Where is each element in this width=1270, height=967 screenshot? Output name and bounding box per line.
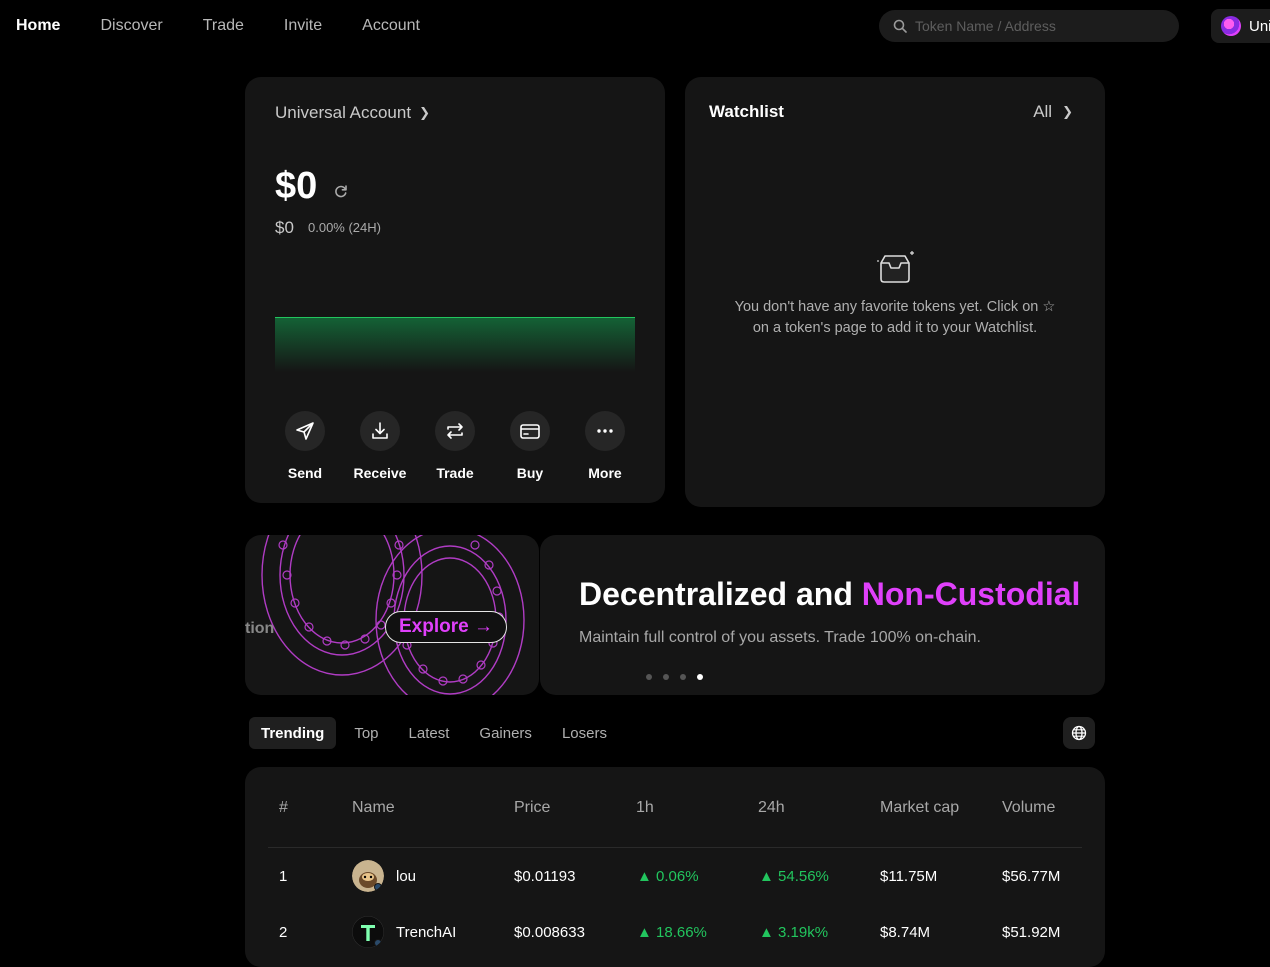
row-token-name: lou [396,868,417,885]
watchlist-empty-text: You don't have any favorite tokens yet. … [734,299,1056,336]
row-market-cap: $8.74M [880,924,931,941]
tab-losers[interactable]: Losers [550,717,619,749]
search-bar[interactable] [879,10,1179,42]
table-row[interactable]: 2 TrenchAI $0.008633 ▲ 18.66% ▲ 3.19k% $… [245,914,1105,954]
send-icon [296,422,314,440]
search-icon [893,19,907,33]
watchlist-all-link[interactable]: All ❯ [1033,102,1073,122]
col-24h[interactable]: 24h [758,799,785,817]
row-change-1h: ▲ 18.66% [637,924,707,941]
chevron-right-icon: ❯ [1062,104,1073,119]
empty-inbox-icon [877,251,914,283]
promo-headline-plain: Decentralized and [579,576,862,612]
row-rank: 2 [279,924,288,941]
row-change-1h-value: 0.06% [656,868,699,885]
table-divider [268,847,1082,848]
balance-chart [275,317,635,372]
card-icon [520,424,540,439]
explore-button[interactable]: Explore → [385,611,507,643]
watchlist-title: Watchlist [709,102,784,121]
receive-label: Receive [353,465,407,481]
account-actions: Send Receive Trade Buy More [275,411,635,481]
table-row[interactable]: 1 lou $0.01193 ▲ 0.06% ▲ 54.56% $11.75M … [245,858,1105,898]
avatar [1221,16,1241,36]
watchlist-card: Watchlist All ❯ You don't have any favor… [685,77,1105,507]
row-token-name: TrenchAI [396,924,457,941]
row-price: $0.008633 [514,924,585,941]
promo-headline-highlight: Non-Custodial [861,576,1081,612]
tab-top[interactable]: Top [342,717,390,749]
row-change-24h-value: 54.56% [778,868,829,885]
nav-trade[interactable]: Trade [203,17,244,35]
market-tabs: Trending Top Latest Gainers Losers [249,717,625,749]
col-volume[interactable]: Volume [1002,799,1055,817]
nav-invite[interactable]: Invite [284,17,322,35]
col-price[interactable]: Price [514,799,550,817]
row-market-cap: $11.75M [880,868,938,885]
market-table: # Name Price 1h 24h Market cap Volume 1 … [245,767,1105,967]
receive-button[interactable]: Receive [350,411,410,481]
col-market-cap[interactable]: Market cap [880,799,959,817]
carousel-dots [646,674,703,680]
carousel-dot[interactable] [680,674,686,680]
token-avatar [352,916,384,948]
row-rank: 1 [279,868,288,885]
buy-label: Buy [516,465,544,481]
promo-banner-prev[interactable]: tion Explore → [245,535,539,695]
swap-icon [447,423,463,439]
col-1h[interactable]: 1h [636,799,654,817]
sub-balance: $0 [275,218,294,237]
all-label: All [1033,102,1053,121]
tab-trending[interactable]: Trending [249,717,337,749]
download-icon [372,422,388,439]
tab-gainers[interactable]: Gainers [467,717,544,749]
chevron-right-icon: ❯ [419,105,430,120]
row-price: $0.01193 [514,868,576,885]
refresh-icon[interactable] [333,183,349,199]
tab-latest[interactable]: Latest [397,717,462,749]
row-change-1h: ▲ 0.06% [637,868,699,885]
nav-home[interactable]: Home [16,17,60,35]
user-menu[interactable]: Uni [1211,9,1270,43]
promo-headline: Decentralized and Non-Custodial [579,576,1080,613]
account-title-link[interactable]: Universal Account ❯ [275,103,430,123]
send-label: Send [287,465,323,481]
buy-button[interactable]: Buy [500,411,560,481]
top-nav: Home Discover Trade Invite Account Uni [0,0,1270,52]
carousel-dot[interactable] [663,674,669,680]
promo-subtext: Maintain full control of you assets. Tra… [579,629,981,646]
col-name[interactable]: Name [352,799,395,817]
more-button[interactable]: More [575,411,635,481]
promo-banner: Decentralized and Non-Custodial Maintain… [540,535,1105,695]
more-dots-icon [597,429,613,433]
col-rank[interactable]: # [279,799,288,817]
trade-button[interactable]: Trade [425,411,485,481]
more-label: More [588,465,622,481]
row-change-24h: ▲ 54.56% [759,868,829,885]
row-change-24h: ▲ 3.19k% [759,924,829,941]
balance-change: 0.00% (24H) [308,220,381,235]
nav-account[interactable]: Account [362,17,420,35]
search-input[interactable] [915,18,1165,34]
row-volume: $56.77M [1002,868,1061,885]
token-avatar [352,860,384,892]
carousel-dot-active[interactable] [697,674,703,680]
row-change-1h-value: 18.66% [656,924,707,941]
nav-links: Home Discover Trade Invite Account [16,17,460,35]
send-button[interactable]: Send [275,411,335,481]
user-label: Uni [1249,17,1270,35]
account-card: Universal Account ❯ $0 $0 0.00% (24H) Se… [245,77,665,503]
row-volume: $51.92M [1002,924,1061,941]
carousel-dot[interactable] [646,674,652,680]
trade-label: Trade [436,465,474,481]
nav-discover[interactable]: Discover [100,17,162,35]
balance: $0 [275,165,318,207]
promo-prev-text: tion [245,620,275,637]
globe-icon [1071,725,1087,741]
row-change-24h-value: 3.19k% [778,924,829,941]
account-title: Universal Account [275,103,412,122]
network-filter-button[interactable] [1063,717,1095,749]
